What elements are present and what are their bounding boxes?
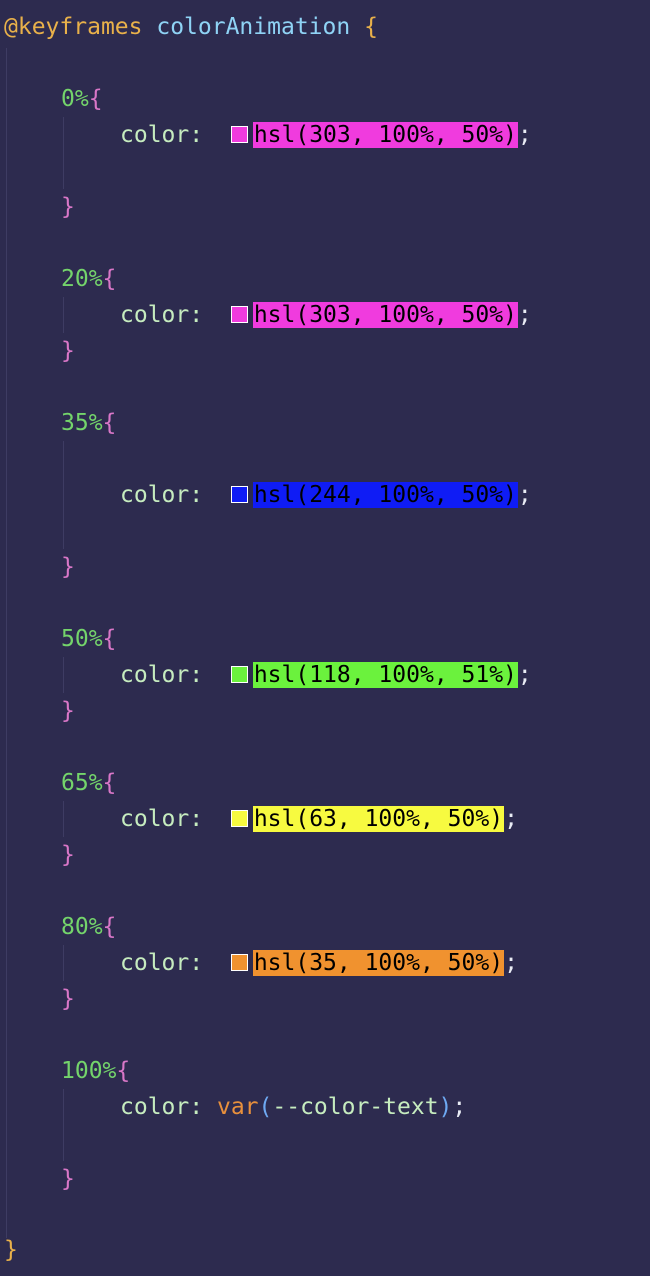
- colon: :: [189, 482, 204, 508]
- custom-property-name: --color-text: [272, 1094, 439, 1120]
- colon: :: [189, 1094, 204, 1120]
- keyframe-open-brace: {: [88, 86, 103, 112]
- semicolon: ;: [517, 662, 532, 688]
- color-swatch[interactable]: [230, 954, 248, 971]
- color-declaration-line: color: hsl(303, 100%, 50%);: [120, 117, 532, 153]
- keyframe-close-line: }: [61, 837, 75, 873]
- color-declaration-line: color: hsl(303, 100%, 50%);: [120, 297, 532, 333]
- keyframe-percent: 100%: [61, 1058, 117, 1084]
- keyframe-percent: 35%: [61, 410, 103, 436]
- property-name: color: [120, 482, 190, 508]
- keyframe-close-line: }: [61, 693, 75, 729]
- color-declaration-line: color: hsl(63, 100%, 50%);: [120, 801, 518, 837]
- colon: :: [189, 950, 204, 976]
- indent-guide: [63, 1089, 64, 1161]
- property-name: color: [120, 302, 190, 328]
- semicolon: ;: [504, 806, 518, 832]
- color-swatch[interactable]: [230, 126, 248, 143]
- color-value: hsl(118, 100%, 51%): [252, 662, 518, 688]
- keyframe-selector-line: 100%{: [61, 1053, 130, 1089]
- keyframes-keyword: keyframes: [17, 14, 143, 40]
- keyframe-close-line: }: [61, 333, 75, 369]
- color-swatch[interactable]: [230, 810, 248, 827]
- color-declaration-line: color: hsl(244, 100%, 50%);: [120, 477, 532, 513]
- keyframe-percent: 80%: [61, 914, 103, 940]
- color-value: hsl(63, 100%, 50%): [252, 806, 505, 832]
- keyframe-selector-line: 20%{: [61, 261, 116, 297]
- keyframe-selector-line: 80%{: [61, 909, 116, 945]
- keyframe-close-brace: }: [61, 698, 75, 724]
- keyframe-percent: 0%: [61, 86, 89, 112]
- color-declaration-line: color: hsl(35, 100%, 50%);: [120, 945, 518, 981]
- semicolon: ;: [517, 302, 532, 328]
- property-name: color: [120, 806, 190, 832]
- keyframe-close-brace: }: [61, 338, 75, 364]
- code-editor[interactable]: @keyframes colorAnimation { 0%{color: hs…: [0, 0, 650, 1276]
- color-value: hsl(244, 100%, 50%): [252, 482, 518, 508]
- animation-name: colorAnimation: [156, 14, 351, 40]
- keyframe-close-brace: }: [61, 842, 75, 868]
- colon: :: [189, 662, 204, 688]
- keyframe-percent: 65%: [61, 770, 103, 796]
- open-paren: (: [258, 1094, 273, 1120]
- keyframes-header-line: @keyframes colorAnimation {: [4, 9, 378, 45]
- color-swatch[interactable]: [230, 306, 248, 323]
- keyframe-close-line: }: [61, 549, 75, 585]
- keyframe-percent: 20%: [61, 266, 103, 292]
- keyframe-close-line: }: [61, 1161, 75, 1197]
- keyframe-close-brace: }: [61, 194, 75, 220]
- rule-close-line: }: [4, 1232, 18, 1268]
- rule-close-brace: }: [4, 1237, 18, 1263]
- semicolon: ;: [452, 1094, 467, 1120]
- keyframe-selector-line: 65%{: [61, 765, 116, 801]
- semicolon: ;: [504, 950, 518, 976]
- property-name: color: [120, 122, 190, 148]
- indent-guide: [63, 117, 64, 189]
- keyframe-selector-line: 35%{: [61, 405, 116, 441]
- colon: :: [189, 302, 204, 328]
- indent-guide: [6, 48, 7, 1238]
- keyframe-open-brace: {: [102, 266, 117, 292]
- indent-guide: [63, 441, 64, 549]
- close-paren: ): [438, 1094, 453, 1120]
- color-declaration-line: color: var(--color-text);: [120, 1089, 466, 1125]
- keyframe-selector-line: 50%{: [61, 621, 116, 657]
- keyframe-open-brace: {: [102, 410, 117, 436]
- at-sign: @: [4, 14, 18, 40]
- keyframe-close-line: }: [61, 189, 75, 225]
- keyframe-selector-line: 0%{: [61, 81, 103, 117]
- rule-open-brace: {: [364, 14, 378, 40]
- property-name: color: [120, 662, 190, 688]
- color-value: hsl(303, 100%, 50%): [252, 302, 518, 328]
- keyframe-close-brace: }: [61, 1166, 75, 1192]
- keyframe-open-brace: {: [102, 770, 117, 796]
- property-name: color: [120, 950, 190, 976]
- keyframe-close-brace: }: [61, 986, 75, 1012]
- colon: :: [189, 122, 204, 148]
- keyframe-open-brace: {: [102, 914, 117, 940]
- indent-guide: [63, 657, 64, 693]
- keyframe-open-brace: {: [116, 1058, 131, 1084]
- keyframe-percent: 50%: [61, 626, 103, 652]
- color-value: hsl(35, 100%, 50%): [252, 950, 505, 976]
- keyframe-open-brace: {: [102, 626, 117, 652]
- var-function: var: [216, 1094, 259, 1120]
- keyframe-close-line: }: [61, 981, 75, 1017]
- indent-guide: [63, 945, 64, 981]
- color-declaration-line: color: hsl(118, 100%, 51%);: [120, 657, 532, 693]
- property-name: color: [120, 1094, 190, 1120]
- color-swatch[interactable]: [230, 486, 248, 503]
- semicolon: ;: [517, 122, 532, 148]
- keyframe-close-brace: }: [61, 554, 75, 580]
- indent-guide: [63, 801, 64, 837]
- semicolon: ;: [517, 482, 532, 508]
- colon: :: [189, 806, 204, 832]
- color-swatch[interactable]: [230, 666, 248, 683]
- indent-guide: [63, 297, 64, 333]
- color-value: hsl(303, 100%, 50%): [252, 122, 518, 148]
